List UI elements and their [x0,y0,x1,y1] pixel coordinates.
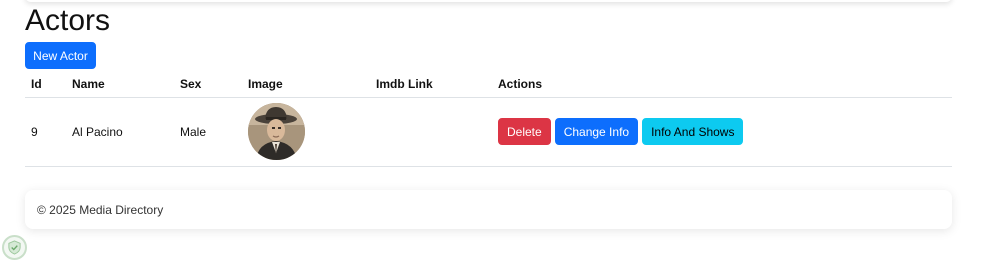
table-header-row: Id Name Sex Image Imdb Link Actions [25,71,952,98]
footer-text: © 2025 Media Directory [37,202,164,217]
delete-button[interactable]: Delete [498,118,551,145]
row-actions: Delete Change Info Info And Shows [498,118,946,145]
cell-actions: Delete Change Info Info And Shows [492,97,952,167]
header-sex: Sex [174,71,242,98]
header-id: Id [25,71,66,98]
actors-table: Id Name Sex Image Imdb Link Actions 9 Al… [25,71,952,167]
cell-id: 9 [25,97,66,167]
cell-image [242,97,370,167]
cell-imdb-link [370,97,492,167]
info-and-shows-button[interactable]: Info And Shows [642,118,744,145]
actor-portrait-icon [248,103,305,160]
shield-check-icon[interactable] [2,235,27,260]
header-image: Image [242,71,370,98]
header-actions: Actions [492,71,952,98]
actor-avatar [248,103,305,160]
header-name: Name [66,71,174,98]
new-actor-button[interactable]: New Actor [25,42,96,69]
top-navbar-card [25,0,952,2]
footer: © 2025 Media Directory [25,190,952,229]
cell-name: Al Pacino [66,97,174,167]
page-title: Actors [25,4,111,37]
cell-sex: Male [174,97,242,167]
header-imdb-link: Imdb Link [370,71,492,98]
change-info-button[interactable]: Change Info [554,118,639,145]
table-row: 9 Al Pacino Male Delete Change Info Info… [25,97,952,167]
